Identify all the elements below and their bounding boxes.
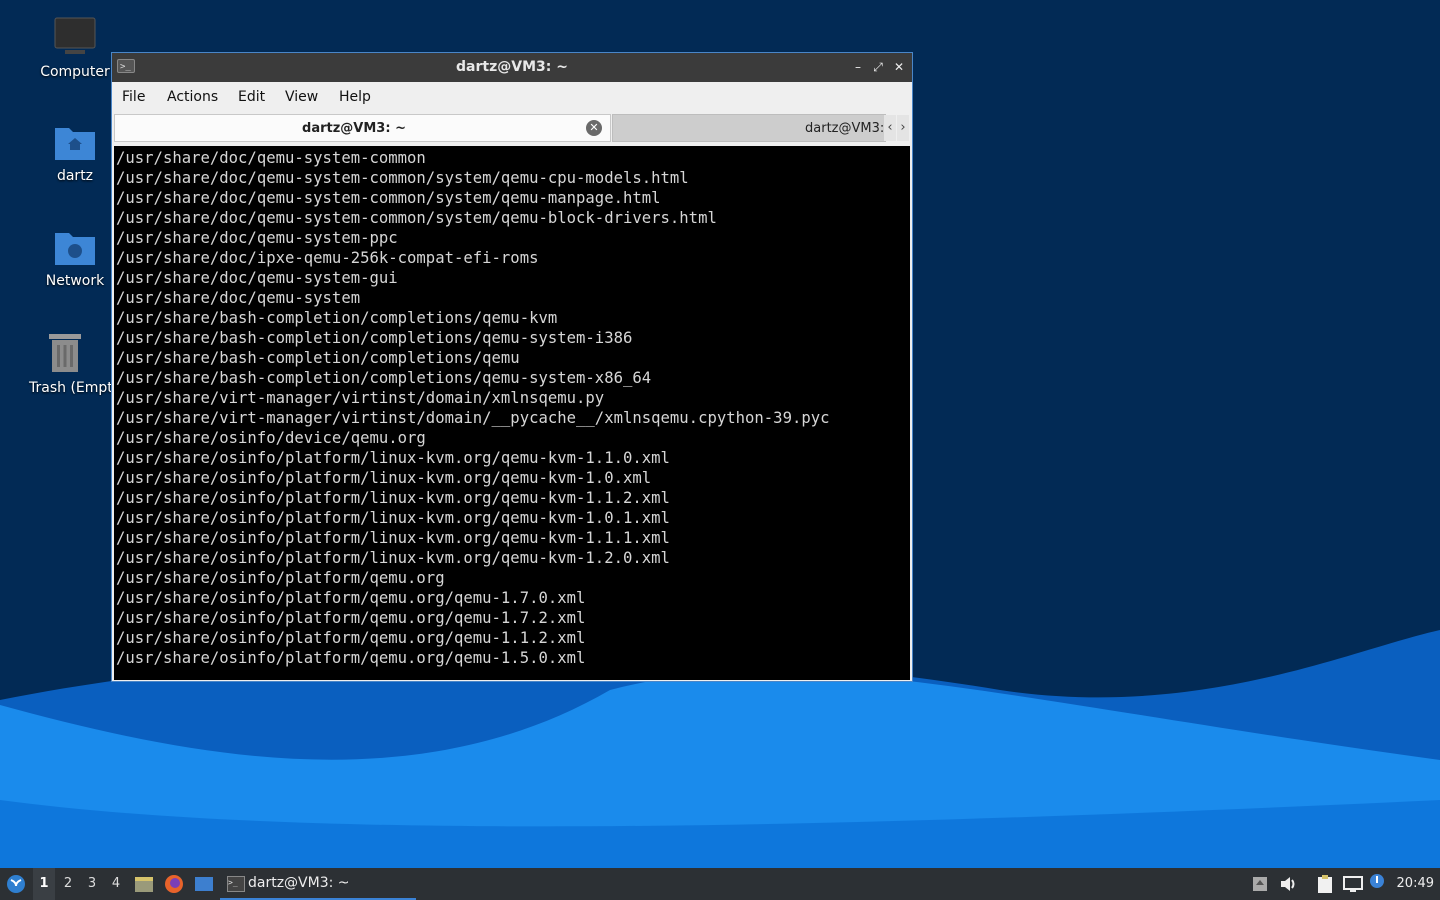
menu-edit[interactable]: Edit — [238, 89, 265, 105]
terminal-line: /usr/share/doc/ipxe-qemu-256k-compat-efi… — [116, 249, 539, 267]
window-title: dartz@VM3: ~ — [456, 59, 568, 75]
notification-icon[interactable] — [1369, 873, 1385, 889]
desktop-icon-trash[interactable]: Trash (Empty) — [19, 330, 111, 396]
desktop-icon-label: Computer — [40, 64, 110, 80]
file-manager-icon[interactable] — [134, 875, 154, 893]
desktop-icon-label: Trash (Empty) — [29, 380, 111, 396]
terminal-line: /usr/share/bash-completion/completions/q… — [116, 329, 633, 347]
menu-view[interactable]: View — [285, 89, 318, 105]
terminal-lines: /usr/share/doc/qemu-system-common/usr/sh… — [114, 146, 910, 668]
terminal-line: /usr/share/doc/qemu-system-common — [116, 149, 426, 167]
terminal-line: /usr/share/osinfo/platform/qemu.org — [116, 569, 445, 587]
menu-actions[interactable]: Actions — [167, 89, 218, 105]
terminal-output[interactable]: /usr/share/doc/qemu-system-common/usr/sh… — [114, 146, 910, 680]
menu-help[interactable]: Help — [339, 89, 371, 105]
maximize-button[interactable]: ⤢ — [869, 58, 887, 76]
terminal-line: /usr/share/osinfo/device/qemu.org — [116, 429, 426, 447]
terminal-line: /usr/share/osinfo/platform/linux-kvm.org… — [116, 449, 670, 467]
terminal-line: /usr/share/bash-completion/completions/q… — [116, 349, 520, 367]
desktop-icon-home[interactable]: dartz — [25, 122, 125, 184]
desktop-icon-network[interactable]: Network — [25, 227, 125, 289]
menu-bar: File Actions Edit View Help — [112, 82, 912, 112]
menu-file[interactable]: File — [122, 89, 145, 105]
clipboard-icon[interactable] — [1315, 874, 1335, 894]
taskbar: 1 2 3 4 >_ dartz@VM3: ~ 20:49 — [0, 868, 1440, 900]
terminal-line: /usr/share/bash-completion/completions/q… — [116, 309, 558, 327]
volume-icon[interactable] — [1279, 875, 1299, 893]
trash-icon — [49, 334, 81, 372]
task-label: dartz@VM3: ~ — [248, 875, 350, 891]
window-titlebar[interactable]: >_ dartz@VM3: ~ – ⤢ ✕ — [112, 53, 912, 82]
clock: 20:49 — [1396, 876, 1434, 891]
close-button[interactable]: ✕ — [890, 58, 908, 76]
workspace-1[interactable]: 1 — [33, 868, 55, 900]
terminal-line: /usr/share/osinfo/platform/linux-kvm.org… — [116, 529, 670, 547]
desktop-icon-label: dartz — [56, 168, 94, 184]
terminal-line: /usr/share/osinfo/platform/qemu.org/qemu… — [116, 589, 586, 607]
terminal-line: /usr/share/osinfo/platform/qemu.org/qemu… — [116, 629, 586, 647]
terminal-window: >_ dartz@VM3: ~ – ⤢ ✕ File Actions Edit … — [111, 52, 913, 682]
tab-scroll-left-icon[interactable]: ‹ — [884, 115, 896, 141]
terminal-line: /usr/share/virt-manager/virtinst/domain/… — [116, 409, 830, 427]
tab-label: dartz@VM3: ~ — [302, 121, 406, 136]
monitor-icon — [54, 17, 96, 54]
workspace-4[interactable]: 4 — [105, 868, 127, 900]
terminal-line: /usr/share/doc/qemu-system-gui — [116, 269, 398, 287]
terminal-line: /usr/share/doc/qemu-system-common/system… — [116, 189, 661, 207]
tab-inactive[interactable]: dartz@VM3: ~ — [612, 114, 886, 142]
terminal-line: /usr/share/bash-completion/completions/q… — [116, 369, 652, 387]
terminal-line: /usr/share/virt-manager/virtinst/domain/… — [116, 389, 605, 407]
tab-label: dartz@VM3: ~ — [805, 121, 885, 136]
desktop-icon[interactable] — [194, 875, 214, 893]
minimize-button[interactable]: – — [849, 58, 867, 76]
desktop-icon-computer[interactable]: Computer — [25, 16, 125, 80]
terminal-line: /usr/share/doc/qemu-system-common/system… — [116, 209, 717, 227]
task-terminal[interactable]: >_ dartz@VM3: ~ — [220, 870, 416, 900]
workspace-3[interactable]: 3 — [81, 868, 103, 900]
workspace-2[interactable]: 2 — [57, 868, 79, 900]
desktop-icon-label: Network — [45, 273, 105, 289]
terminal-line: /usr/share/osinfo/platform/linux-kvm.org… — [116, 509, 670, 527]
terminal-line: /usr/share/osinfo/platform/linux-kvm.org… — [116, 489, 670, 507]
network-icon[interactable] — [1343, 875, 1363, 893]
terminal-line: /usr/share/doc/qemu-system-common/system… — [116, 169, 689, 187]
terminal-line: /usr/share/osinfo/platform/qemu.org/qemu… — [116, 609, 586, 627]
start-menu-icon[interactable] — [5, 874, 27, 894]
tab-close-icon[interactable]: ✕ — [586, 120, 602, 136]
terminal-task-icon: >_ — [227, 876, 245, 892]
terminal-line: /usr/share/osinfo/platform/linux-kvm.org… — [116, 469, 652, 487]
terminal-line: /usr/share/doc/qemu-system — [116, 289, 361, 307]
removable-media-icon[interactable] — [1252, 876, 1268, 892]
tab-bar: dartz@VM3: ~ ✕ dartz@VM3: ~ ‹ › — [112, 112, 912, 144]
terminal-line: /usr/share/osinfo/platform/qemu.org/qemu… — [116, 649, 586, 667]
network-folder-icon — [55, 233, 95, 265]
home-folder-icon — [55, 128, 95, 160]
tab-scroll-right-icon[interactable]: › — [897, 115, 909, 141]
tab-active[interactable]: dartz@VM3: ~ ✕ — [114, 114, 611, 142]
terminal-line: /usr/share/doc/qemu-system-ppc — [116, 229, 398, 247]
terminal-line: /usr/share/osinfo/platform/linux-kvm.org… — [116, 549, 670, 567]
firefox-icon[interactable] — [164, 874, 184, 894]
